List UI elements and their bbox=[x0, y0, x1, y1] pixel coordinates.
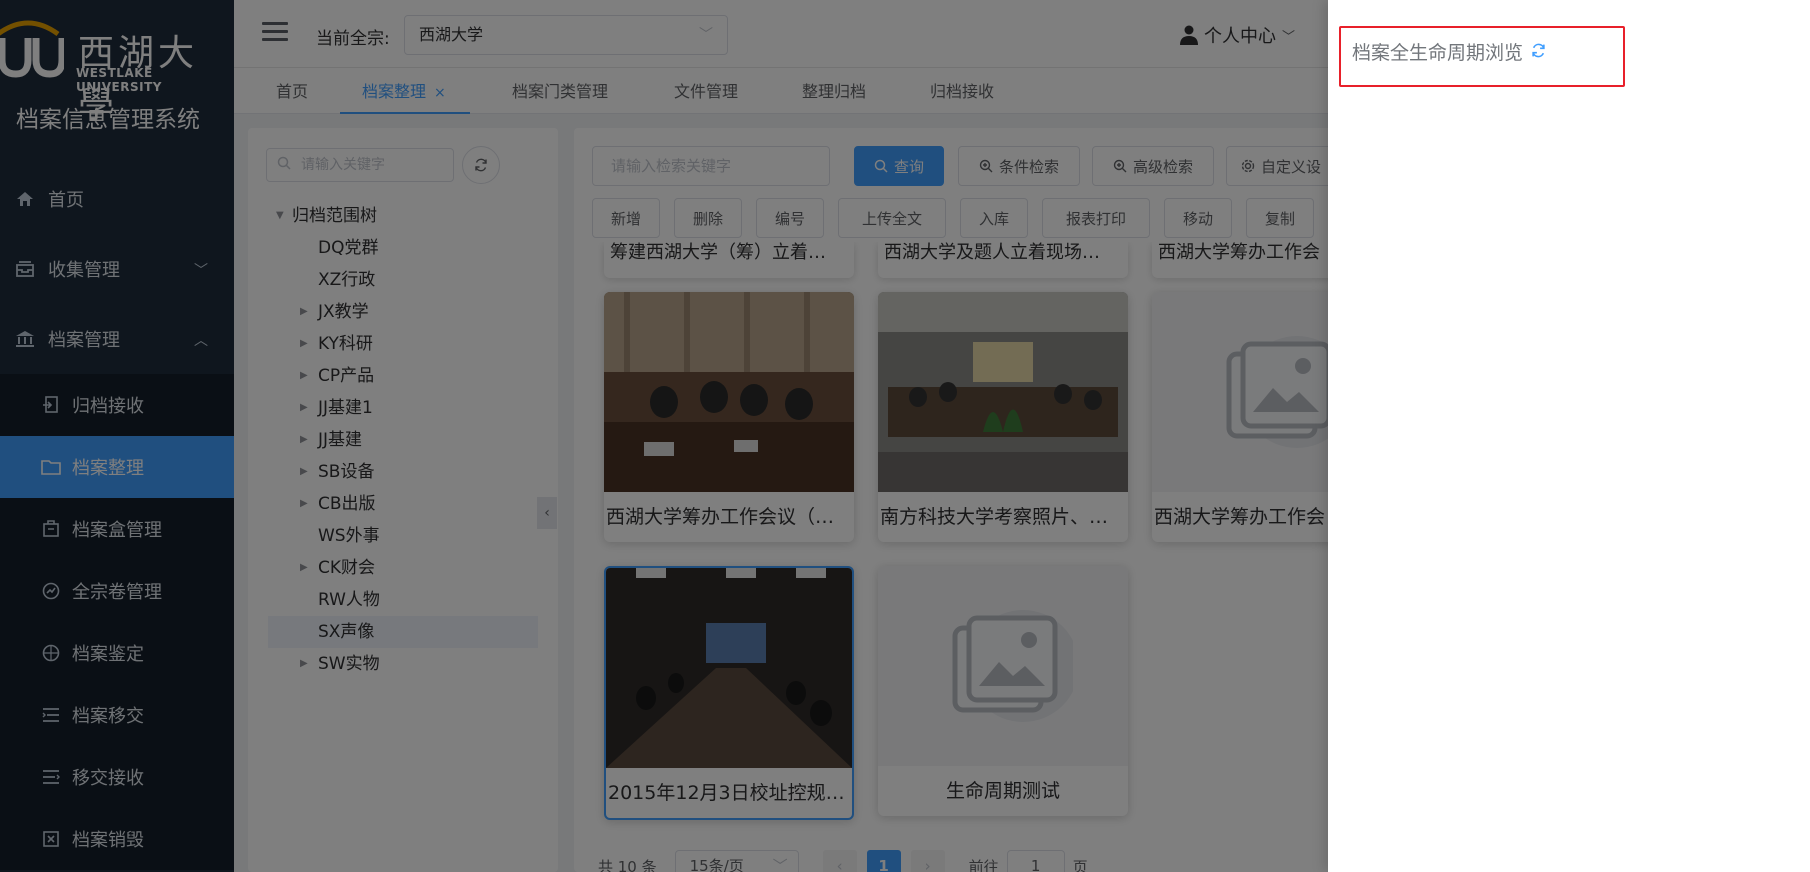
highlight-annotation bbox=[1339, 26, 1625, 87]
lifecycle-drawer: 档案全生命周期浏览 bbox=[1328, 0, 1810, 872]
modal-overlay[interactable] bbox=[0, 0, 1328, 872]
